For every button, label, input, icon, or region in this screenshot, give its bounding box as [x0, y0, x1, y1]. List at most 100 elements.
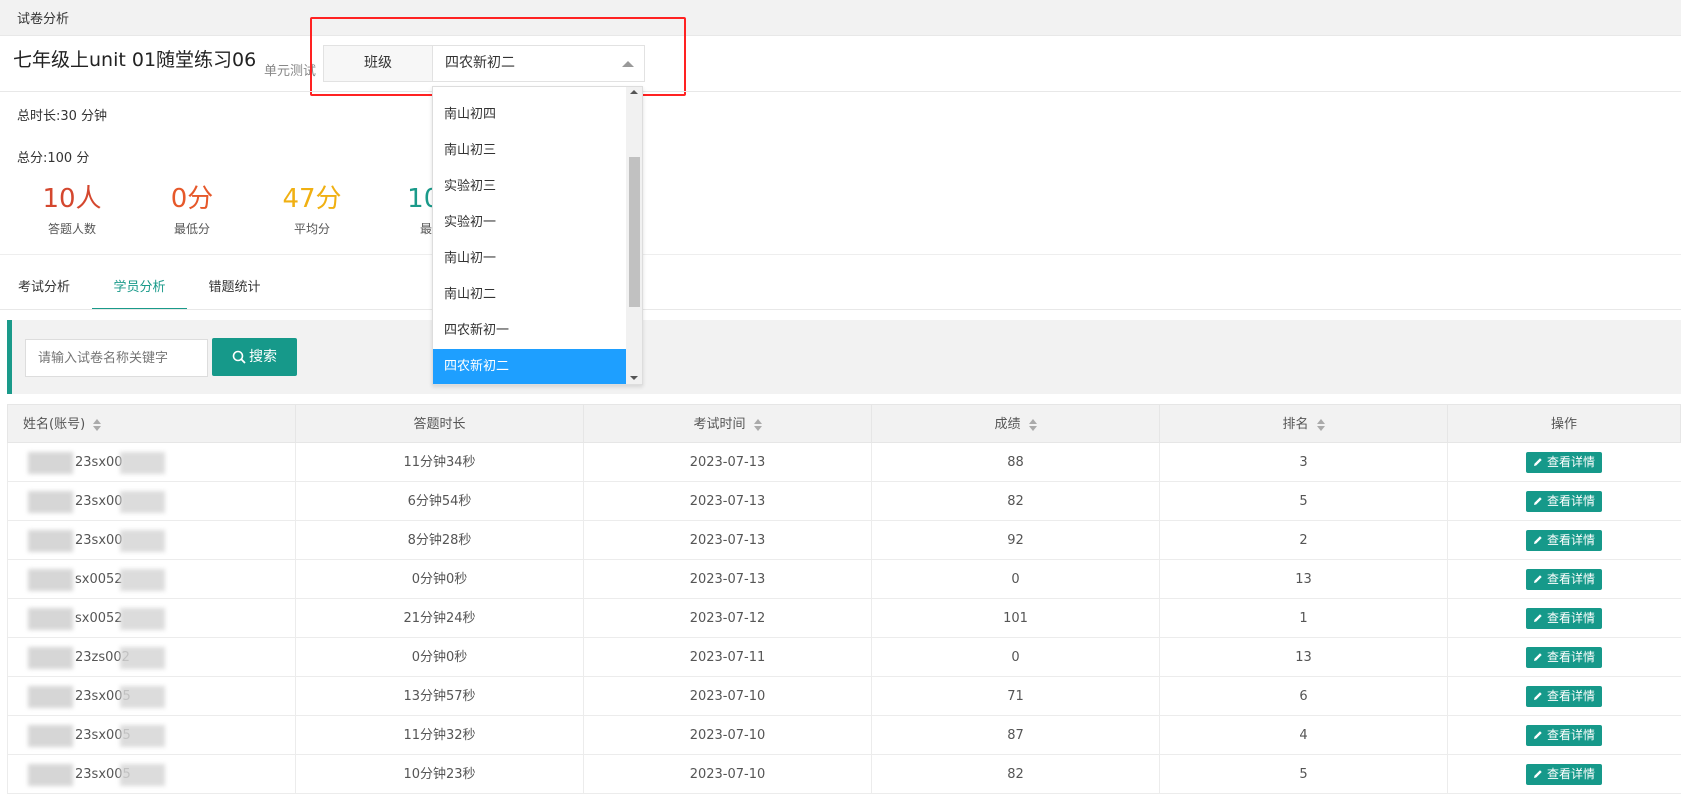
view-detail-label: 查看详情	[1546, 455, 1595, 469]
view-detail-button[interactable]: 查看详情	[1525, 608, 1602, 629]
cell-duration: 0分钟0秒	[296, 638, 584, 677]
tab-error-statistics[interactable]: 错题统计	[187, 270, 282, 310]
search-button[interactable]: 搜索	[212, 338, 297, 376]
stat-item: 47分 平均分	[257, 182, 367, 237]
cell-actions: 查看详情	[1448, 521, 1680, 560]
edit-icon	[1533, 536, 1542, 544]
view-detail-label: 查看详情	[1546, 767, 1595, 781]
dropdown-option[interactable]: 南山初四	[433, 97, 627, 133]
column-header-actions: 操作	[1550, 417, 1577, 432]
column-header-date[interactable]: 考试时间	[584, 405, 872, 444]
dropdown-option[interactable]: 实验初三	[433, 169, 627, 205]
edit-icon	[1533, 614, 1542, 622]
view-detail-button[interactable]: 查看详情	[1525, 569, 1602, 590]
view-detail-label: 查看详情	[1546, 533, 1595, 547]
view-detail-button[interactable]: 查看详情	[1525, 530, 1602, 551]
redaction-blur	[120, 608, 165, 630]
redaction-blur	[28, 530, 73, 552]
sort-icon[interactable]	[1028, 418, 1037, 431]
redaction-blur	[120, 569, 165, 591]
edit-icon	[1533, 653, 1542, 661]
breadcrumb: 试卷分析	[17, 12, 70, 27]
cell-rank: 5	[1160, 755, 1448, 794]
cell-score: 71	[872, 677, 1160, 716]
edit-icon	[1533, 770, 1542, 778]
view-detail-label: 查看详情	[1546, 650, 1595, 664]
dropdown-option[interactable]: 四农新初二	[433, 349, 627, 384]
tab-student-analysis[interactable]: 学员分析	[92, 270, 187, 310]
tab-exam-analysis[interactable]: 考试分析	[0, 270, 88, 310]
cell-actions: 查看详情	[1448, 677, 1680, 716]
redaction-blur	[28, 764, 73, 786]
table-row: 23zs002 0分钟0秒 2023-07-11 0 13 查看详情	[7, 638, 1681, 677]
cell-score: 88	[872, 443, 1160, 482]
redaction-blur	[120, 530, 165, 552]
dropdown-scrollbar[interactable]	[626, 87, 642, 384]
sort-icon[interactable]	[753, 418, 762, 431]
cell-actions: 查看详情	[1448, 443, 1680, 482]
cell-actions: 查看详情	[1448, 560, 1680, 599]
table-row: 23sx00 6分钟54秒 2023-07-13 82 5 查看详情	[7, 482, 1681, 521]
view-detail-label: 查看详情	[1546, 572, 1595, 586]
total-duration: 总时长:30 分钟	[17, 109, 108, 124]
stat-item: 10人 答题人数	[17, 182, 127, 237]
redaction-blur	[28, 608, 73, 630]
sort-icon[interactable]	[1316, 418, 1325, 431]
redaction-blur	[28, 491, 73, 513]
view-detail-button[interactable]: 查看详情	[1525, 647, 1602, 668]
cell-rank: 2	[1160, 521, 1448, 560]
stat-item: 0分最低分	[137, 182, 247, 237]
dropdown-option[interactable]: 南山初二	[433, 277, 627, 313]
cell-duration: 6分钟54秒	[296, 482, 584, 521]
cell-date: 2023-07-10	[584, 716, 872, 755]
dropdown-option[interactable]: 南山初三	[433, 133, 627, 169]
redaction-blur	[28, 452, 73, 474]
view-detail-button[interactable]: 查看详情	[1525, 686, 1602, 707]
redaction-blur	[120, 725, 165, 747]
cell-actions: 查看详情	[1448, 638, 1680, 677]
edit-icon	[1533, 497, 1542, 505]
cell-score: 101	[872, 599, 1160, 638]
view-detail-button[interactable]: 查看详情	[1525, 452, 1602, 473]
scrollbar-thumb[interactable]	[629, 157, 640, 307]
cell-actions: 查看详情	[1448, 716, 1680, 755]
view-detail-label: 查看详情	[1546, 689, 1595, 703]
cell-actions: 查看详情	[1448, 755, 1680, 794]
dropdown-option[interactable]: 实验初一	[433, 205, 627, 241]
redaction-blur	[120, 491, 165, 513]
scroll-down-arrow-icon[interactable]	[630, 376, 638, 380]
scroll-up-arrow-icon[interactable]	[630, 90, 638, 94]
column-header-rank[interactable]: 排名	[1160, 405, 1448, 444]
cell-rank: 3	[1160, 443, 1448, 482]
cell-date: 2023-07-13	[584, 482, 872, 521]
dropdown-option[interactable]: 南山初一	[433, 241, 627, 277]
view-detail-button[interactable]: 查看详情	[1525, 725, 1602, 746]
stat-value: 0分	[170, 184, 214, 214]
column-header-name[interactable]: 姓名(账号)	[8, 405, 296, 444]
cell-duration: 8分钟28秒	[296, 521, 584, 560]
stat-value: 10人	[42, 184, 102, 214]
cell-duration: 21分钟24秒	[296, 599, 584, 638]
cell-score: 82	[872, 482, 1160, 521]
redaction-blur	[120, 764, 165, 786]
divider	[0, 309, 1681, 310]
stat-value: 47分	[282, 184, 342, 214]
edit-icon	[1533, 575, 1542, 583]
divider	[0, 254, 1681, 255]
search-input[interactable]	[25, 339, 208, 377]
class-dropdown-list[interactable]: 南山初四 南山初三 实验初三 实验初一 南山初一 南山初二 四农新初一 四农新初二	[432, 86, 643, 385]
cell-duration: 10分钟23秒	[296, 755, 584, 794]
view-detail-button[interactable]: 查看详情	[1525, 764, 1602, 785]
column-header-duration: 答题时长	[296, 405, 584, 444]
column-header-score[interactable]: 成绩	[872, 405, 1160, 444]
stat-label: 最低分	[173, 222, 210, 236]
view-detail-button[interactable]: 查看详情	[1525, 491, 1602, 512]
dropdown-option[interactable]: 四农新初一	[433, 313, 627, 349]
page-title: 七年级上unit 01随堂练习06	[13, 49, 257, 71]
cell-score: 0	[872, 560, 1160, 599]
edit-icon	[1533, 458, 1542, 466]
sort-icon[interactable]	[93, 418, 102, 431]
redaction-blur	[28, 647, 73, 669]
redaction-blur	[120, 452, 165, 474]
view-detail-label: 查看详情	[1546, 611, 1595, 625]
